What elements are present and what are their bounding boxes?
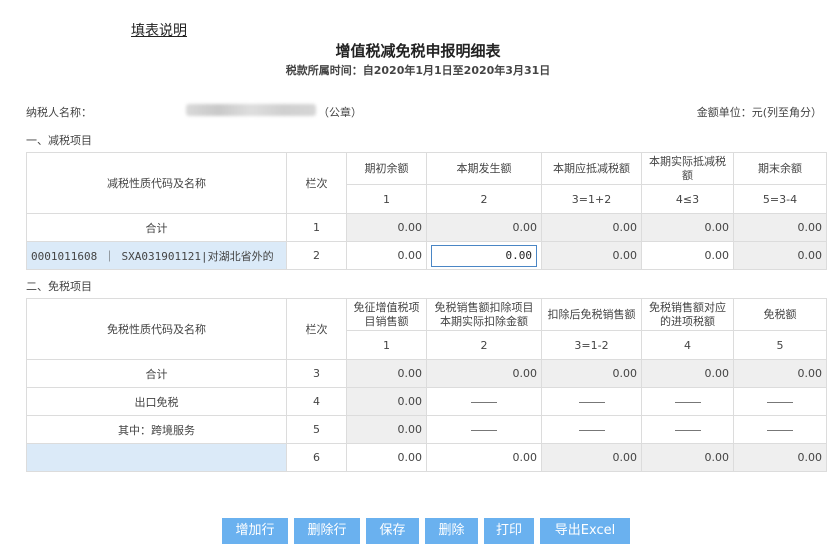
table-row: 6 0.00 0.00 0.00 0.00 0.00 [26, 443, 827, 472]
reduction-colnum-3: 3=1+2 [541, 184, 642, 214]
reduction-total-current: 0.00 [426, 213, 542, 242]
not-applicable-dash [541, 415, 642, 444]
reduction-total-deductible: 0.00 [541, 213, 642, 242]
exemption-colnum-1: 1 [346, 330, 427, 360]
help-link[interactable]: 填表说明 [131, 20, 187, 40]
exemption-input-tax-value: 0.00 [641, 443, 734, 472]
exemption-total-exempt-amount: 0.00 [733, 359, 827, 388]
reduction-colnum-4: 4≤3 [641, 184, 734, 214]
reduction-closing-value: 0.00 [733, 241, 827, 270]
row-number: 3 [286, 359, 347, 388]
reduction-current-cell[interactable] [426, 241, 542, 270]
reduction-total-actual: 0.00 [641, 213, 734, 242]
reduction-colnum-5: 5=3-4 [733, 184, 827, 214]
exemption-colnum-5: 5 [733, 330, 827, 360]
exemption-net-sales-value: 0.00 [541, 443, 642, 472]
cross-border-sales: 0.00 [346, 415, 427, 444]
taxpayer-seal: （公章） [318, 106, 362, 119]
exemption-total-net-sales: 0.00 [541, 359, 642, 388]
exemption-total-label: 合计 [26, 359, 287, 388]
reduction-header-col-4: 本期实际抵减税额 [641, 152, 734, 185]
table-row: 其中：跨境服务 5 0.00 [26, 415, 827, 444]
exemption-deduction-input[interactable]: 0.00 [426, 443, 542, 472]
add-row-button[interactable]: 增加行 [222, 518, 288, 544]
exemption-header-col-3: 扣除后免税销售额 [541, 298, 642, 331]
tax-period: 税款所属时间：自2020年1月1日至2020年3月31日 [285, 64, 551, 77]
reduction-total-label: 合计 [26, 213, 287, 242]
reduction-header-col-5: 期末余额 [733, 152, 827, 185]
exemption-total-deduction: 0.00 [426, 359, 542, 388]
exemption-header-col-1: 免征增值税项目销售额 [346, 298, 427, 331]
table-row: 0001011608 ｜ SXA031901121|对湖北省外的 2 0.00 … [26, 241, 827, 270]
exemption-amount-value: 0.00 [733, 443, 827, 472]
export-exempt-label: 出口免税 [26, 387, 287, 416]
table-row: 合计 1 0.00 0.00 0.00 0.00 0.00 [26, 213, 827, 242]
exemption-section-title: 二、免税项目 [26, 280, 92, 293]
cross-border-label: 其中：跨境服务 [26, 415, 287, 444]
reduction-colnum-1: 1 [346, 184, 427, 214]
exemption-total-input-tax: 0.00 [641, 359, 734, 388]
not-applicable-dash [641, 415, 734, 444]
not-applicable-dash [426, 415, 542, 444]
exemption-colnum-4: 4 [641, 330, 734, 360]
reduction-total-opening: 0.00 [346, 213, 427, 242]
reduction-section-title: 一、减税项目 [26, 134, 92, 147]
reduction-deductible-value: 0.00 [541, 241, 642, 270]
exemption-header-col-2: 免税销售额扣除项目本期实际扣除金额 [426, 298, 542, 331]
delete-button[interactable]: 删除 [425, 518, 478, 544]
row-number: 6 [286, 443, 347, 472]
not-applicable-dash [733, 415, 827, 444]
exemption-sales-input[interactable]: 0.00 [346, 443, 427, 472]
taxpayer-label: 纳税人名称： [26, 106, 92, 119]
delete-row-button[interactable]: 删除行 [294, 518, 360, 544]
reduction-header-col-1: 期初余额 [346, 152, 427, 185]
not-applicable-dash [426, 387, 542, 416]
row-number: 5 [286, 415, 347, 444]
save-button[interactable]: 保存 [366, 518, 419, 544]
row-number: 2 [286, 241, 347, 270]
row-number: 1 [286, 213, 347, 242]
reduction-current-input[interactable] [431, 244, 537, 267]
table-row: 出口免税 4 0.00 [26, 387, 827, 416]
not-applicable-dash [733, 387, 827, 416]
reduction-actual-input[interactable]: 0.00 [641, 241, 734, 270]
page-title: 增值税减免税申报明细表 [335, 42, 501, 60]
exemption-total-sales: 0.00 [346, 359, 427, 388]
export-excel-button[interactable]: 导出Excel [540, 518, 630, 544]
exemption-colnum-2: 2 [426, 330, 542, 360]
exemption-header-row-no: 栏次 [286, 298, 347, 360]
exemption-table: 免税性质代码及名称 栏次 免征增值税项目销售额 免税销售额扣除项目本期实际扣除金… [26, 298, 827, 472]
reduction-total-closing: 0.00 [733, 213, 827, 242]
row-number: 4 [286, 387, 347, 416]
exemption-header-col-4: 免税销售额对应的进项税额 [641, 298, 734, 331]
reduction-header-col-2: 本期发生额 [426, 152, 542, 185]
reduction-header-row-no: 栏次 [286, 152, 347, 214]
table-row: 合计 3 0.00 0.00 0.00 0.00 0.00 [26, 359, 827, 388]
print-button[interactable]: 打印 [484, 518, 534, 544]
taxpayer-name-redacted [186, 104, 316, 116]
reduction-table: 减税性质代码及名称 栏次 期初余额 本期发生额 本期应抵减税额 本期实际抵减税额… [26, 152, 827, 270]
reduction-opening-input[interactable]: 0.00 [346, 241, 427, 270]
amount-unit: 金额单位：元(列至角分） [696, 106, 822, 119]
not-applicable-dash [541, 387, 642, 416]
exemption-code-select[interactable] [26, 443, 287, 472]
reduction-header-name: 减税性质代码及名称 [26, 152, 287, 214]
reduction-code-select[interactable]: 0001011608 ｜ SXA031901121|对湖北省外的 [26, 241, 287, 270]
exemption-colnum-3: 3=1-2 [541, 330, 642, 360]
exemption-header-name: 免税性质代码及名称 [26, 298, 287, 360]
export-exempt-sales: 0.00 [346, 387, 427, 416]
reduction-header-col-3: 本期应抵减税额 [541, 152, 642, 185]
reduction-colnum-2: 2 [426, 184, 542, 214]
exemption-header-col-5: 免税额 [733, 298, 827, 331]
not-applicable-dash [641, 387, 734, 416]
